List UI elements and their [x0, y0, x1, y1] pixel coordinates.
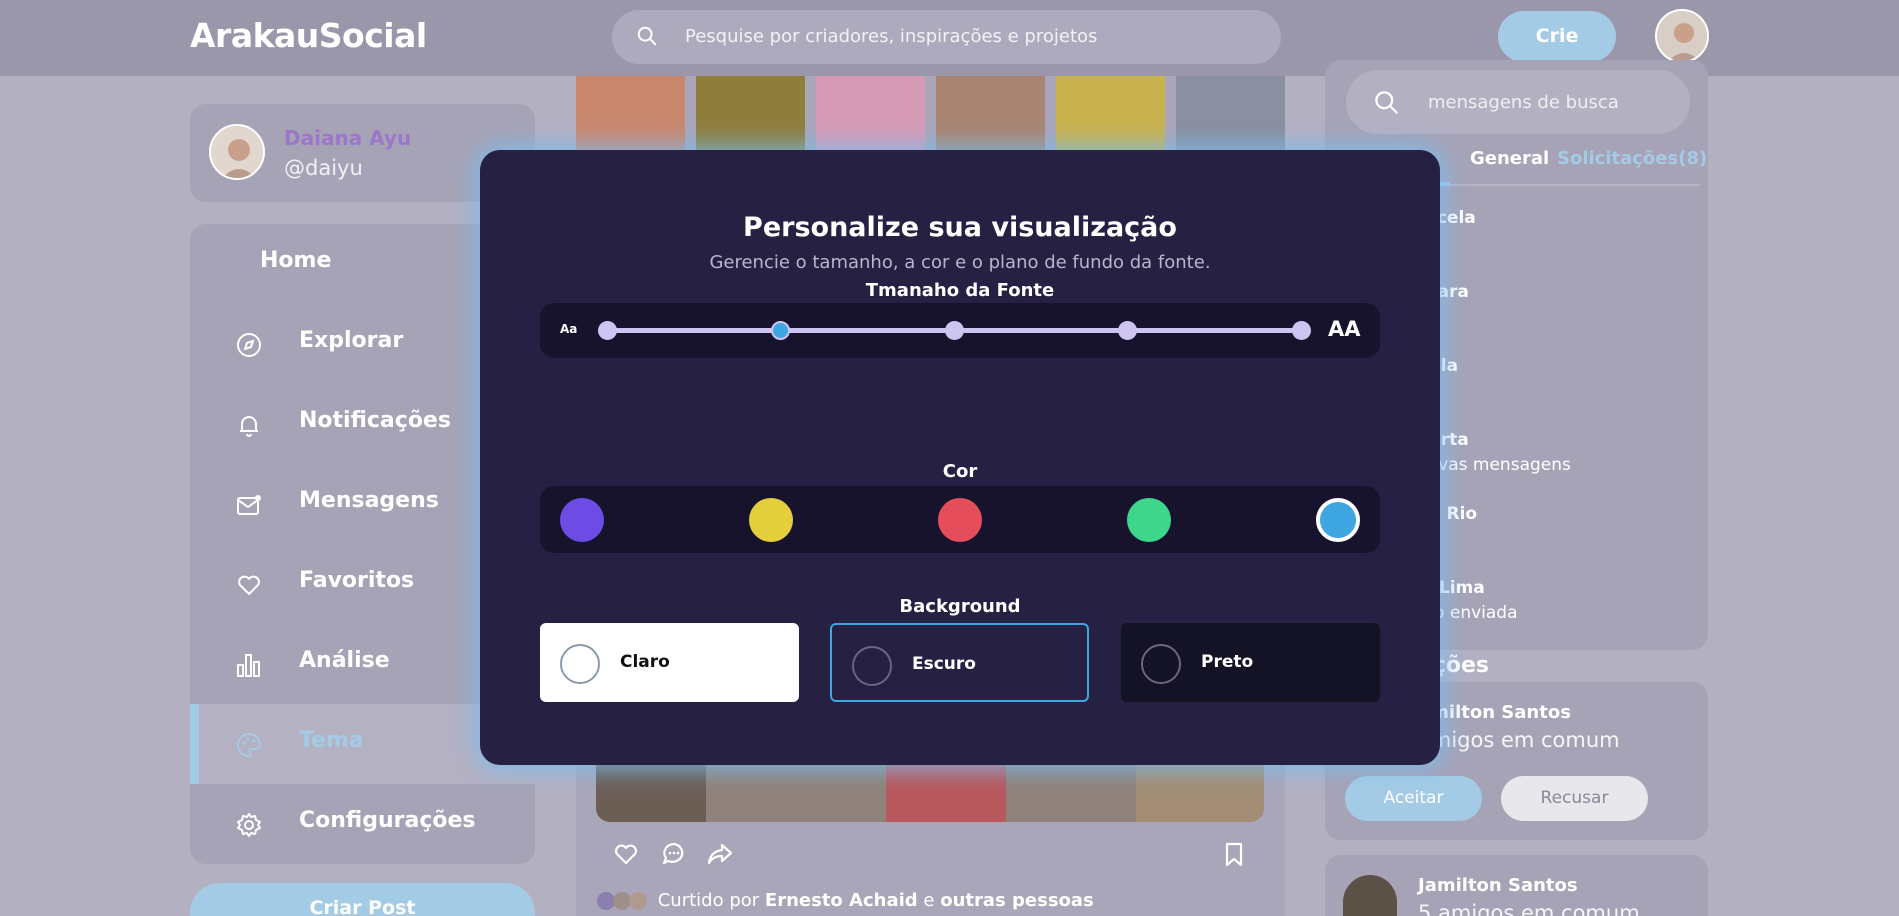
bookmark-icon[interactable] [1220, 840, 1248, 868]
tab-solicitacoes[interactable]: Solicitações(8) [1557, 148, 1707, 169]
story-thumbnail[interactable] [696, 76, 805, 150]
message-preview: novas mensagens [1417, 455, 1571, 475]
liker-avatars [597, 892, 647, 910]
messages-search-bar[interactable]: mensagens de busca [1346, 70, 1690, 134]
request-name[interactable]: amilton Santos [1418, 702, 1571, 723]
modal-subtitle: Gerencie o tamanho, a cor e o plano de f… [709, 252, 1211, 273]
user-avatar[interactable] [1655, 9, 1709, 63]
color-swatch[interactable] [938, 498, 982, 542]
sidebar-item-label: Favoritos [299, 568, 415, 593]
background-label: Background [899, 596, 1021, 617]
font-size-label: Tmanaho da Fonte [865, 280, 1055, 301]
font-size-step[interactable] [771, 321, 790, 340]
color-label: Cor [942, 461, 978, 482]
profile-name: Daiana Ayu [284, 126, 412, 150]
bell-icon [240, 416, 258, 437]
customize-view-modal: Personalize sua visualização Gerencie o … [480, 150, 1440, 765]
search-icon [637, 26, 657, 46]
background-option-label: Claro [620, 652, 670, 672]
palette-icon [237, 732, 262, 758]
story-thumbnail[interactable] [816, 76, 925, 150]
profile-avatar [209, 124, 265, 180]
story-thumbnail[interactable] [576, 76, 685, 150]
post-actions [576, 840, 1285, 880]
story-thumbnail[interactable] [1056, 76, 1165, 150]
color-swatch[interactable] [1316, 498, 1360, 542]
gear-icon [237, 813, 261, 837]
font-size-slider[interactable]: Aa AA [540, 303, 1380, 358]
font-large-label: AA [1328, 317, 1361, 341]
search-input[interactable]: Pesquise por criadores, inspirações e pr… [685, 26, 1097, 47]
font-size-step[interactable] [1118, 321, 1137, 340]
font-small-label: Aa [560, 322, 578, 336]
color-swatch[interactable] [1127, 498, 1171, 542]
liked-name[interactable]: Ernesto Achaid [765, 890, 918, 911]
request-card: Jamilton Santos 5 amigos em comum [1325, 855, 1708, 916]
sidebar-item-label: Configurações [299, 808, 476, 833]
create-button[interactable]: Crie [1498, 11, 1616, 62]
search-icon [1375, 91, 1398, 114]
share-icon[interactable] [706, 840, 734, 868]
comment-icon[interactable] [660, 840, 688, 868]
color-picker [540, 486, 1380, 553]
sidebar-item-label: Análise [299, 648, 390, 673]
request-avatar [1343, 875, 1397, 916]
liked-rest[interactable]: outras pessoas [940, 890, 1094, 911]
radio-button[interactable] [1141, 644, 1181, 684]
background-option-label: Escuro [912, 654, 976, 674]
sidebar-item-label: Home [260, 248, 332, 273]
like-icon[interactable] [612, 840, 640, 868]
create-post-button[interactable]: Criar Post [190, 883, 535, 916]
liked-prefix: Curtido por [657, 890, 760, 911]
heart-icon [238, 575, 260, 595]
color-swatch[interactable] [560, 498, 604, 542]
sidebar-item-configuracoes[interactable]: Configurações [190, 784, 535, 864]
radio-button[interactable] [852, 646, 892, 686]
request-name[interactable]: Jamilton Santos [1418, 875, 1578, 896]
accept-button[interactable]: Aceitar [1345, 776, 1482, 821]
messages-search-input[interactable]: mensagens de busca [1428, 92, 1619, 113]
font-size-step[interactable] [597, 321, 617, 340]
color-swatch[interactable] [749, 498, 793, 542]
liked-and: e [923, 890, 935, 911]
font-size-step[interactable] [944, 321, 964, 340]
sidebar-item-label: Tema [299, 728, 364, 753]
compass-icon [237, 333, 261, 357]
radio-button[interactable] [560, 644, 600, 684]
tab-divider [1450, 184, 1700, 186]
background-option-preto[interactable]: Preto [1121, 623, 1380, 702]
background-option-claro[interactable]: Claro [540, 623, 799, 702]
search-bar[interactable]: Pesquise por criadores, inspirações e pr… [612, 10, 1281, 64]
decline-button[interactable]: Recusar [1501, 776, 1648, 821]
sidebar-item-label: Notificações [299, 408, 451, 433]
story-thumbnail[interactable] [936, 76, 1045, 150]
request-mutual: amigos em comum [1418, 728, 1620, 752]
sidebar-item-label: Explorar [299, 328, 404, 353]
bar-chart-icon [237, 654, 260, 677]
tab-general[interactable]: General [1470, 148, 1549, 169]
mail-icon [237, 495, 261, 515]
story-thumbnail[interactable] [1176, 76, 1285, 150]
liked-by-line: Curtido por Ernesto Achaid e outras pess… [596, 890, 1094, 911]
profile-handle: @daiyu [284, 156, 363, 180]
background-option-escuro[interactable]: Escuro [830, 623, 1089, 702]
background-option-label: Preto [1201, 652, 1254, 672]
modal-title: Personalize sua visualização [743, 212, 1177, 243]
request-mutual: 5 amigos em comum [1418, 901, 1640, 916]
font-size-step[interactable] [1291, 321, 1311, 340]
app-logo[interactable]: ArakauSocial [190, 16, 427, 55]
sidebar-item-label: Mensagens [299, 488, 439, 513]
